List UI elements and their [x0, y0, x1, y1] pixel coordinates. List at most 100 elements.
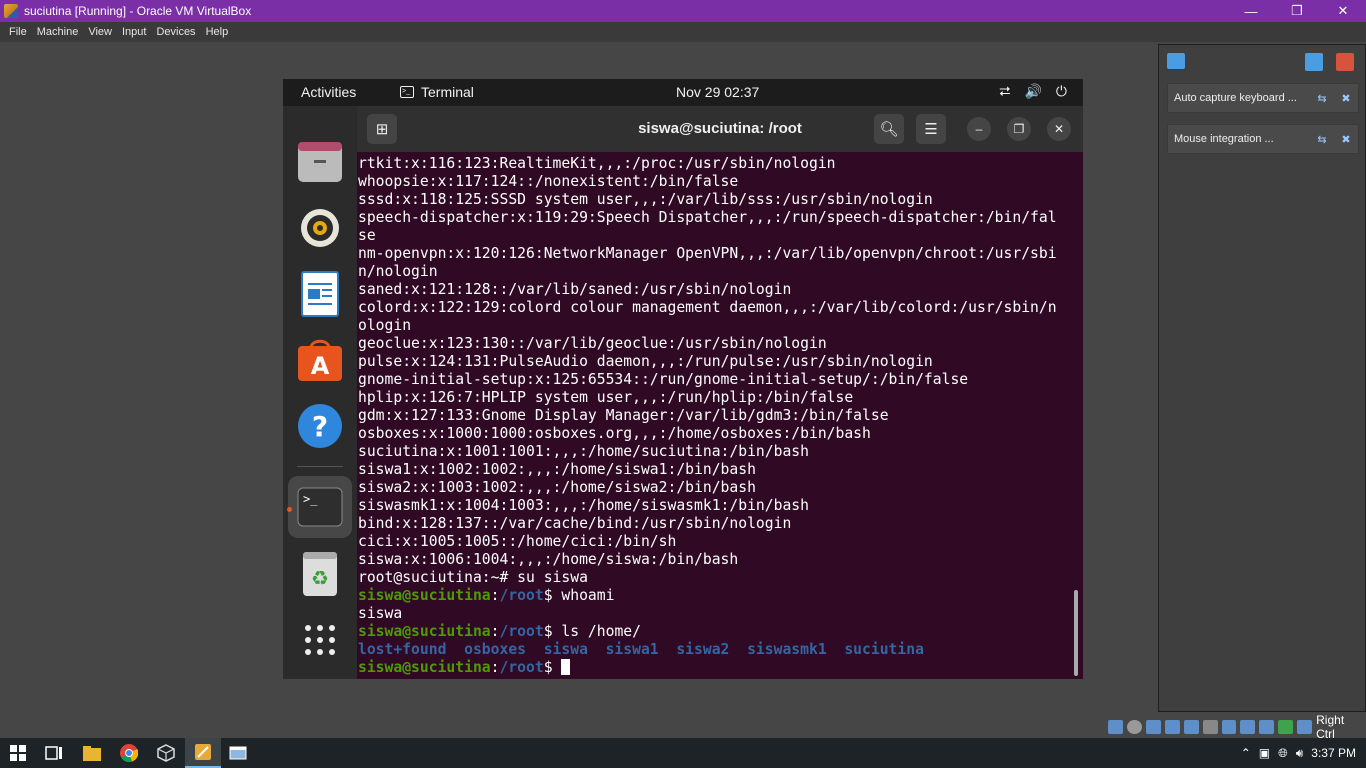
mouse-integration-icon[interactable] — [1278, 720, 1294, 734]
maximize-button[interactable]: ❐ — [1007, 117, 1031, 141]
menu-view[interactable]: View — [83, 26, 117, 38]
audio-icon[interactable] — [1145, 720, 1161, 734]
dock-help[interactable]: ? — [296, 402, 344, 450]
terminal-scrollbar[interactable] — [1074, 590, 1078, 676]
language-icon[interactable]: 🌐︎ — [1278, 746, 1288, 761]
output-text: cici:x:1005:1005::/home/cici:/bin/sh — [358, 533, 677, 550]
hard-disk-icon[interactable] — [1108, 720, 1123, 734]
search-button[interactable]: 🔍︎ — [874, 114, 904, 144]
notification-mouse-integration[interactable]: Mouse integration ... ⇆ ✖ — [1167, 124, 1359, 154]
close-icon: ✕ — [1053, 122, 1065, 136]
taskbar-chrome[interactable] — [111, 738, 147, 768]
taskbar-virtualbox-manager[interactable] — [148, 738, 184, 768]
terminal-line: se — [358, 227, 1078, 245]
close-icon[interactable]: ✖ — [1334, 133, 1358, 146]
optical-drive-icon[interactable] — [1126, 720, 1142, 734]
menu-devices[interactable]: Devices — [151, 26, 200, 38]
usb-icon[interactable] — [1183, 720, 1199, 734]
system-tray[interactable]: ⮂ 🔊 ⏻ — [999, 83, 1067, 100]
minimize-button[interactable]: ― — [1228, 0, 1274, 22]
restore-icon: ❐ — [1013, 122, 1025, 136]
app-menu-terminal[interactable]: >_ Terminal — [400, 84, 474, 100]
files-icon — [298, 142, 342, 182]
trash-icon: ♻ — [303, 552, 337, 596]
menu-input[interactable]: Input — [117, 26, 151, 38]
terminal-line: siswa2:x:1003:1002:,,,:/home/siswa2:/bin… — [358, 479, 1078, 497]
output-text: sssd:x:118:125:SSSD system user,,,:/var/… — [358, 191, 933, 208]
output-text: siswa2:x:1003:1002:,,,:/home/siswa2:/bin… — [358, 479, 756, 496]
output-text: bind:x:128:137::/var/cache/bind:/usr/sbi… — [358, 515, 792, 532]
notification-label: Auto capture keyboard ... — [1174, 92, 1297, 104]
cpu-icon[interactable] — [1259, 720, 1275, 734]
clear-all-icon[interactable] — [1336, 53, 1354, 71]
output-text: ologin — [358, 317, 412, 334]
help-toggle-icon[interactable]: ⇆ — [1310, 133, 1334, 146]
minimize-button[interactable]: – — [967, 117, 991, 141]
dock-writer[interactable] — [296, 270, 344, 318]
vm-tray-icon[interactable]: ▣ — [1259, 746, 1270, 760]
clock[interactable]: Nov 29 02:37 — [676, 84, 759, 100]
output-text: pulse:x:124:131:PulseAudio daemon,,,:/ru… — [358, 353, 933, 370]
dock-rhythmbox[interactable] — [296, 204, 344, 252]
close-button[interactable]: ✕ — [1320, 0, 1366, 22]
start-button[interactable] — [0, 738, 36, 768]
terminal-line: sssd:x:118:125:SSSD system user,,,:/var/… — [358, 191, 1078, 209]
prompt-symbol: $ — [543, 659, 562, 676]
file-explorer-icon — [83, 745, 101, 761]
volume-icon: 🔊 — [1024, 83, 1042, 99]
network-icon[interactable] — [1164, 720, 1180, 734]
output-text: gdm:x:127:133:Gnome Display Manager:/var… — [358, 407, 889, 424]
svg-text:♻: ♻ — [311, 566, 329, 590]
display-icon[interactable] — [1221, 720, 1237, 734]
terminal-output[interactable]: rtkit:x:116:123:RealtimeKit,,,:/proc:/us… — [358, 155, 1078, 677]
guest-screen[interactable]: Activities >_ Terminal Nov 29 02:37 ⮂ 🔊 … — [283, 79, 1083, 679]
command-text: whoami — [561, 587, 615, 604]
menu-help[interactable]: Help — [201, 26, 234, 38]
help-toggle-icon[interactable]: ⇆ — [1310, 92, 1334, 105]
speaker-icon[interactable]: 🔊︎ — [1296, 746, 1304, 761]
search-icon: 🔍︎ — [879, 121, 899, 138]
sort-icon[interactable] — [1305, 53, 1323, 71]
prompt-path: /root — [499, 659, 544, 676]
menu-machine[interactable]: Machine — [32, 26, 84, 38]
dock-files[interactable] — [296, 138, 344, 186]
dock-terminal[interactable]: >_ — [288, 476, 352, 538]
terminal-app-icon: >_ — [400, 86, 414, 98]
virtualbox-vm-icon — [195, 744, 211, 760]
windows-start-icon — [10, 745, 26, 761]
taskbar-file-explorer[interactable] — [74, 738, 110, 768]
output-text: geoclue:x:123:130::/var/lib/geoclue:/usr… — [358, 335, 827, 352]
command-text: ls /home/ — [561, 623, 641, 640]
terminal-line: siswa1:x:1002:1002:,,,:/home/siswa1:/bin… — [358, 461, 1078, 479]
close-button[interactable]: ✕ — [1047, 117, 1071, 141]
shared-folders-icon[interactable] — [1202, 720, 1218, 734]
taskbar-clock[interactable]: 3:37 PM — [1311, 746, 1356, 760]
activities-button[interactable]: Activities — [301, 84, 356, 100]
vbox-titlebar: suciutina [Running] - Oracle VM VirtualB… — [0, 0, 1366, 22]
terminal-line: gdm:x:127:133:Gnome Display Manager:/var… — [358, 407, 1078, 425]
task-view-button[interactable] — [36, 738, 72, 768]
dock-trash[interactable]: ♻ — [296, 550, 344, 598]
menu-file[interactable]: File — [4, 26, 32, 38]
notification-center-icon[interactable] — [1167, 53, 1185, 69]
dock-show-apps[interactable] — [296, 616, 344, 664]
terminal-line: gnome-initial-setup:x:125:65534::/run/gn… — [358, 371, 1078, 389]
notification-auto-capture[interactable]: Auto capture keyboard ... ⇆ ✖ — [1167, 83, 1359, 113]
prompt-user: siswa@suciutina — [358, 587, 491, 604]
virtualbox-icon — [157, 744, 175, 762]
prompt-symbol: $ — [543, 587, 562, 604]
taskbar-window[interactable] — [220, 738, 256, 768]
taskbar-virtualbox-vm[interactable] — [185, 738, 221, 768]
terminal-window[interactable]: ⊞ siswa@suciutina: /root 🔍︎ ☰ – ❐ ✕ rtki… — [357, 106, 1083, 679]
directory-listing: lost+found osboxes siswa siswa1 siswa2 s… — [358, 641, 924, 658]
close-icon[interactable]: ✖ — [1334, 92, 1358, 105]
host-key-icon[interactable] — [1297, 720, 1313, 734]
dock-software[interactable]: A — [296, 336, 344, 384]
show-hidden-icons[interactable]: ⌃ — [1241, 746, 1251, 760]
restore-button[interactable]: ❐ — [1274, 0, 1320, 22]
menu-button[interactable]: ☰ — [916, 114, 946, 144]
running-indicator — [287, 507, 292, 512]
output-text: hplip:x:126:7:HPLIP system user,,,:/run/… — [358, 389, 854, 406]
terminal-line: nm-openvpn:x:120:126:NetworkManager Open… — [358, 245, 1078, 263]
recording-icon[interactable] — [1240, 720, 1256, 734]
